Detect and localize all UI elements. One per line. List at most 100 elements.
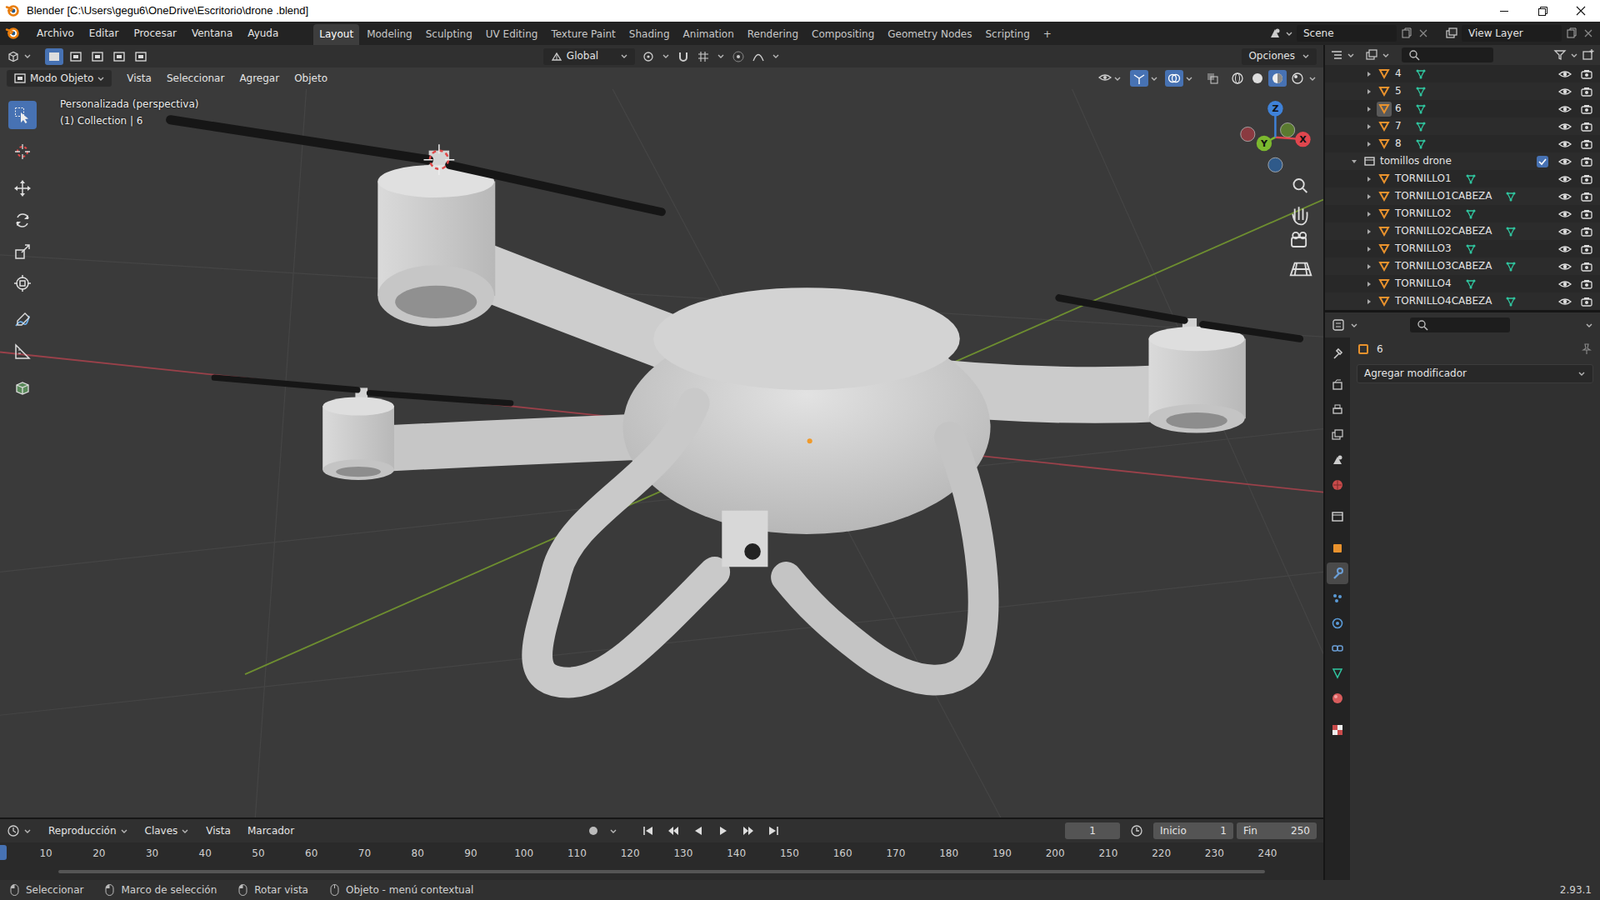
minimize-button[interactable] bbox=[1485, 0, 1524, 22]
properties-search[interactable] bbox=[1410, 317, 1510, 333]
next-keyframe-button[interactable] bbox=[739, 822, 758, 840]
editor-type-button[interactable] bbox=[6, 50, 32, 64]
properties-tab[interactable] bbox=[1326, 374, 1349, 396]
axis-label[interactable]: Y bbox=[1260, 138, 1269, 150]
timeline-menu-item[interactable]: Reproducción bbox=[41, 822, 135, 840]
add-workspace-button[interactable]: + bbox=[1037, 24, 1058, 45]
object-row[interactable]: TORNILLO1 bbox=[1325, 170, 1600, 188]
timeline-menu-item[interactable]: Vista bbox=[199, 822, 238, 840]
tool-button[interactable] bbox=[8, 269, 37, 298]
properties-tab[interactable] bbox=[1326, 612, 1349, 635]
menu-item[interactable]: Editar bbox=[82, 25, 126, 43]
menu-item[interactable]: Archivo bbox=[30, 25, 81, 43]
properties-tab[interactable] bbox=[1326, 342, 1349, 365]
properties-tab[interactable] bbox=[1326, 637, 1349, 660]
axis-label[interactable]: X bbox=[1299, 134, 1307, 145]
item-label[interactable]: 7 bbox=[1395, 120, 1402, 133]
properties-tab[interactable] bbox=[1326, 662, 1349, 685]
tool-button[interactable] bbox=[8, 174, 37, 203]
item-label[interactable]: 5 bbox=[1395, 85, 1402, 98]
tool-button[interactable] bbox=[8, 374, 37, 403]
item-label[interactable]: 6 bbox=[1395, 102, 1402, 115]
workspace-tab[interactable]: Rendering bbox=[741, 24, 805, 45]
timeline-scrollbar[interactable] bbox=[58, 870, 1265, 874]
menu-item[interactable]: Procesar bbox=[126, 25, 184, 43]
object-name[interactable]: 6 bbox=[1376, 343, 1384, 356]
select-mode-button[interactable] bbox=[131, 48, 150, 65]
item-label[interactable]: TORNILLO3 bbox=[1395, 242, 1452, 255]
select-mode-button[interactable] bbox=[45, 48, 64, 65]
object-row[interactable]: TORNILLO4CABEZA bbox=[1325, 292, 1600, 310]
properties-tab[interactable] bbox=[1326, 687, 1349, 710]
tool-button[interactable] bbox=[8, 305, 37, 335]
object-row[interactable]: TORNILLO1CABEZA bbox=[1325, 187, 1600, 205]
options-dropdown[interactable]: Opciones bbox=[1241, 48, 1317, 65]
scene-selector[interactable]: Scene bbox=[1268, 25, 1430, 42]
gizmo-toggle[interactable] bbox=[1130, 70, 1149, 87]
object-row[interactable]: TORNILLO4 bbox=[1325, 275, 1600, 293]
record-button[interactable] bbox=[584, 822, 603, 840]
menu-item[interactable]: Ventana bbox=[185, 25, 240, 43]
workspace-tab[interactable]: Compositing bbox=[805, 24, 880, 45]
tool-button[interactable] bbox=[8, 205, 37, 235]
workspace-tab[interactable]: Geometry Nodes bbox=[881, 24, 978, 45]
select-mode-button[interactable] bbox=[88, 48, 107, 65]
collection-row[interactable]: tomillos drone bbox=[1325, 152, 1600, 170]
jump-start-button[interactable] bbox=[639, 822, 658, 840]
overlay-toggle[interactable] bbox=[1165, 70, 1184, 87]
workspace-tab[interactable]: UV Editing bbox=[480, 24, 545, 45]
jump-end-button[interactable] bbox=[764, 822, 783, 840]
properties-tab[interactable] bbox=[1326, 537, 1349, 560]
navigation-gizmo[interactable]: X Y Z bbox=[1240, 100, 1311, 172]
properties-tab[interactable] bbox=[1326, 474, 1349, 496]
object-row[interactable]: TORNILLO3 bbox=[1325, 240, 1600, 258]
select-mode-button[interactable] bbox=[110, 48, 129, 65]
shading-button[interactable] bbox=[1288, 70, 1307, 87]
tool-button[interactable] bbox=[8, 100, 37, 130]
view-layer-field[interactable]: View Layer bbox=[1461, 25, 1562, 42]
close-button[interactable] bbox=[1561, 0, 1600, 22]
item-label[interactable]: TORNILLO3CABEZA bbox=[1395, 260, 1492, 273]
tool-button[interactable] bbox=[8, 337, 37, 366]
item-label[interactable]: TORNILLO4CABEZA bbox=[1395, 295, 1492, 308]
object-row[interactable]: TORNILLO3CABEZA bbox=[1325, 257, 1600, 275]
timeline-ruler[interactable]: 1020304050607080901001101201301401501601… bbox=[0, 842, 1324, 880]
item-label[interactable]: TORNILLO2 bbox=[1395, 207, 1452, 220]
workspace-tab[interactable]: Modeling bbox=[360, 24, 419, 45]
object-row[interactable]: TORNILLO2 bbox=[1325, 205, 1600, 223]
object-row[interactable]: TORNILLO2CABEZA bbox=[1325, 222, 1600, 240]
properties-tab[interactable] bbox=[1326, 449, 1349, 471]
workspace-tab[interactable]: Shading bbox=[623, 24, 676, 45]
item-label[interactable]: 8 bbox=[1395, 137, 1402, 150]
viewport-menu-item[interactable]: Agregar bbox=[232, 70, 286, 88]
item-label[interactable]: TORNILLO2CABEZA bbox=[1395, 225, 1492, 238]
viewport-menu-item[interactable]: Objeto bbox=[287, 70, 335, 88]
current-frame-field[interactable]: 1 bbox=[1065, 822, 1120, 840]
properties-tab[interactable] bbox=[1326, 505, 1349, 528]
properties-tab[interactable] bbox=[1326, 399, 1349, 421]
object-row[interactable]: 4 bbox=[1325, 65, 1600, 83]
outliner-search[interactable] bbox=[1401, 47, 1494, 63]
drone-scene[interactable]: X Y Z bbox=[0, 89, 1324, 818]
restore-button[interactable] bbox=[1523, 0, 1562, 22]
workspace-tab[interactable]: Sculpting bbox=[420, 24, 479, 45]
current-frame-marker[interactable] bbox=[0, 845, 7, 860]
add-modifier-dropdown[interactable]: Agregar modificador bbox=[1356, 364, 1594, 384]
workspace-tab[interactable]: Animation bbox=[677, 24, 740, 45]
shading-button[interactable] bbox=[1268, 70, 1287, 87]
timeline-menu-item[interactable]: Claves bbox=[138, 822, 197, 840]
axis-label[interactable]: Z bbox=[1271, 103, 1279, 115]
workspace-tab[interactable]: Layout bbox=[313, 24, 360, 45]
play-reverse-button[interactable] bbox=[689, 822, 708, 840]
scene-field[interactable]: Scene bbox=[1296, 25, 1397, 42]
tool-button[interactable] bbox=[8, 237, 37, 266]
select-mode-button[interactable] bbox=[66, 48, 85, 65]
editor-type-button[interactable] bbox=[6, 824, 32, 838]
shading-button[interactable] bbox=[1248, 70, 1267, 87]
play-button[interactable] bbox=[714, 822, 733, 840]
end-frame-field[interactable]: Fin250 bbox=[1236, 822, 1317, 840]
transform-orientation[interactable]: Global bbox=[543, 48, 635, 65]
view-layer-selector[interactable]: View Layer bbox=[1445, 25, 1595, 42]
timeline-menu-item[interactable]: Marcador bbox=[240, 822, 301, 840]
item-label[interactable]: TORNILLO1 bbox=[1395, 172, 1452, 185]
